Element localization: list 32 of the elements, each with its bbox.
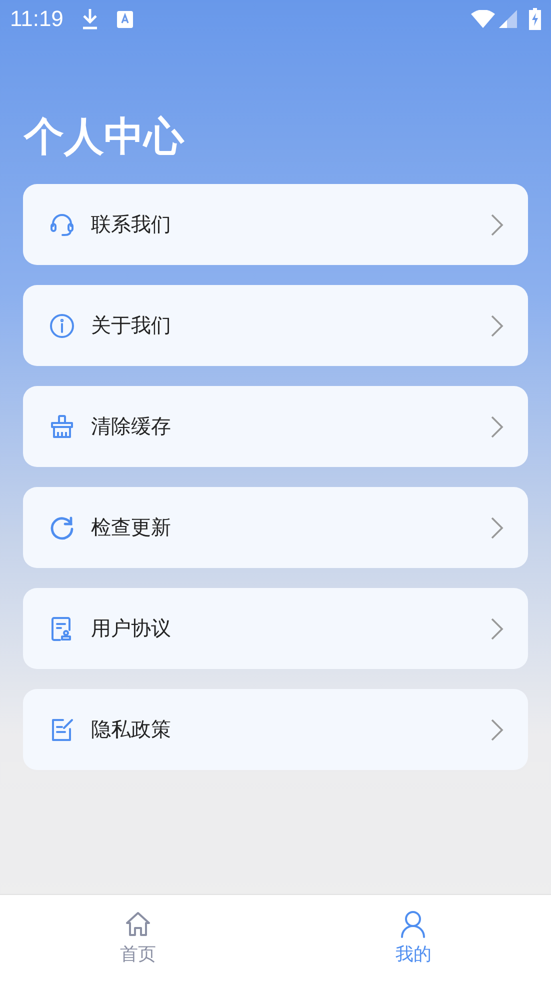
page-title: 个人中心: [24, 113, 186, 162]
info-icon: [49, 312, 75, 338]
battery-icon: [529, 8, 541, 30]
menu-item[interactable]: 隐私政策: [23, 689, 528, 770]
chevron-icon: [490, 616, 504, 640]
chevron-icon: [490, 414, 504, 438]
refresh-icon: [49, 514, 75, 540]
chevron-icon: [490, 718, 504, 742]
chevron-icon: [490, 516, 504, 540]
download-icon: [81, 8, 100, 30]
broom-icon: [49, 414, 75, 440]
home-icon: [124, 910, 152, 938]
status-time: 11:19: [10, 6, 64, 32]
menu-item[interactable]: 联系我们: [23, 184, 528, 265]
wifi-icon: [471, 10, 495, 28]
menu-label: 关于我们: [91, 312, 172, 339]
person-icon: [399, 910, 428, 938]
menu-item[interactable]: 检查更新: [23, 487, 528, 568]
menu-label: 隐私政策: [91, 716, 172, 743]
menu-label: 用户协议: [91, 615, 172, 642]
chevron-icon: [490, 314, 504, 338]
edit-icon: [49, 716, 75, 742]
chevron-icon: [490, 212, 504, 236]
menu-item[interactable]: 关于我们: [23, 285, 528, 366]
menu-item[interactable]: 清除缓存: [23, 386, 528, 467]
keyboard-icon: [117, 10, 134, 28]
menu-item[interactable]: 用户协议: [23, 588, 528, 669]
menu-label: 清除缓存: [91, 413, 172, 440]
signal-icon: [499, 10, 517, 28]
menu-label: 检查更新: [91, 514, 172, 541]
menu-label: 联系我们: [91, 211, 172, 238]
headset-icon: [49, 212, 75, 238]
